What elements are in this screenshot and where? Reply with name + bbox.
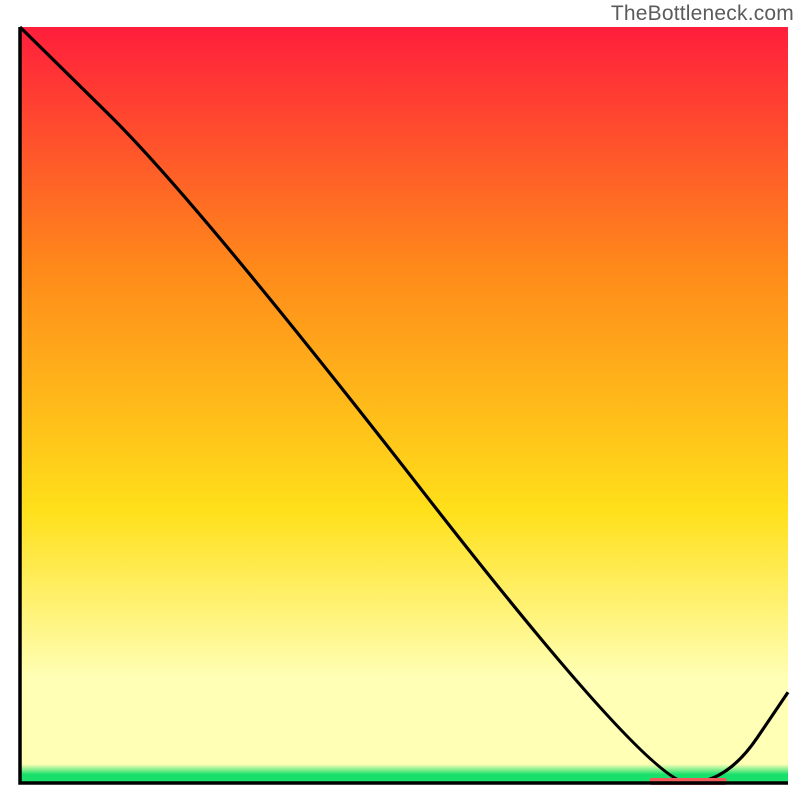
chart-root: { "watermark": "TheBottleneck.com", "col… <box>0 0 800 800</box>
watermark-text: TheBottleneck.com <box>611 2 794 26</box>
bottleneck-chart <box>0 0 800 800</box>
